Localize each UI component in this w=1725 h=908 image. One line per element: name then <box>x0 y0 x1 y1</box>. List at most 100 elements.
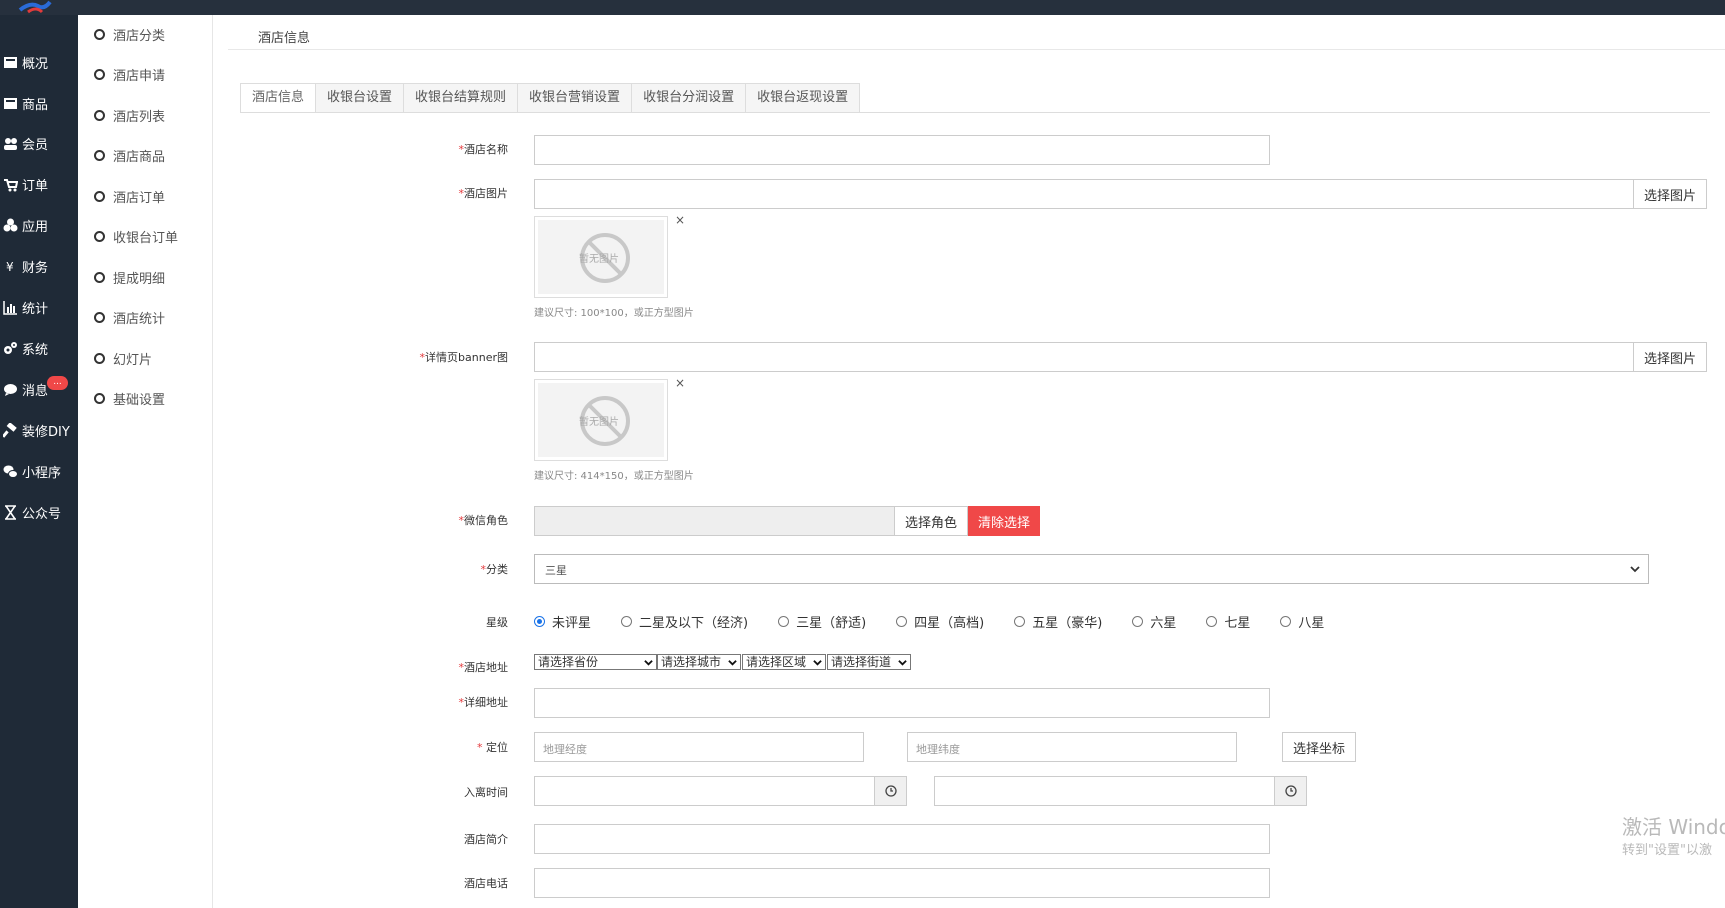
bar-chart-icon <box>3 300 17 315</box>
latitude-input[interactable]: 地理纬度 <box>907 732 1237 762</box>
hotel-name-input[interactable] <box>534 135 1270 165</box>
nav-label: 消息 <box>22 383 49 399</box>
gears-icon <box>4 341 17 354</box>
thumbnail-bg: 暂无图片 <box>538 383 664 457</box>
tab-hotel-info[interactable]: 酒店信息 <box>240 83 317 113</box>
choose-role-button[interactable]: 选择角色 <box>894 506 968 536</box>
nav-item-finance[interactable]: ¥ 财务 <box>0 251 78 281</box>
svg-text:¥: ¥ <box>6 260 14 274</box>
sub-nav-label: 基础设置 <box>113 392 166 408</box>
tab-cashier-settlement-rules[interactable]: 收银台结算规则 <box>404 83 519 113</box>
street-select[interactable]: 请选择街道 <box>827 654 911 670</box>
star-option-5[interactable]: 五星（豪华) <box>1014 612 1102 631</box>
remove-banner-image-icon[interactable]: × <box>675 376 685 390</box>
hotel-image-url-input[interactable] <box>534 179 1634 209</box>
sub-nav-basic-settings[interactable]: 基础设置 <box>94 387 165 409</box>
sub-nav-slideshow[interactable]: 幻灯片 <box>94 347 152 369</box>
message-badge: ... <box>47 376 68 390</box>
label-text: 酒店名称 <box>464 143 508 156</box>
tab-cashier-cashback[interactable]: 收银台返现设置 <box>746 83 861 113</box>
nav-item-messages[interactable]: 消息 ... <box>0 374 78 404</box>
sub-nav-hotel-category[interactable]: 酒店分类 <box>94 23 165 45</box>
no-image-text: 暂无图片 <box>579 254 619 265</box>
category-select[interactable]: 三星 <box>534 554 1649 584</box>
nav-item-orders[interactable]: 订单 <box>0 169 78 199</box>
tab-cashier-marketing[interactable]: 收银台营销设置 <box>518 83 633 113</box>
checkout-clock-button[interactable] <box>1274 776 1307 806</box>
chevron-down-icon <box>644 660 653 666</box>
dashboard-icon <box>4 56 17 68</box>
clock-icon <box>1285 785 1297 797</box>
city-select[interactable]: 请选择城市 <box>657 654 741 670</box>
detail-address-input[interactable] <box>534 688 1270 718</box>
sub-nav-hotel-list[interactable]: 酒店列表 <box>94 104 165 126</box>
radio-label: 未评星 <box>552 615 592 631</box>
checkin-time-input[interactable] <box>534 776 875 806</box>
wechat-role-display <box>534 506 895 536</box>
select-text: 请选择省份 <box>538 655 599 669</box>
wechat-role-label: *微信角色 <box>459 512 509 528</box>
nav-item-overview[interactable]: 概况 <box>0 47 78 77</box>
nav-item-apps[interactable]: 应用 <box>0 210 78 240</box>
cart-icon <box>4 178 18 191</box>
radio-label: 五星（豪华) <box>1032 615 1103 631</box>
logo-icon <box>18 0 52 14</box>
remove-hotel-image-icon[interactable]: × <box>675 213 685 227</box>
star-option-unrated[interactable]: 未评星 <box>534 612 591 631</box>
nav-label: 会员 <box>22 137 49 153</box>
chevron-down-icon <box>728 660 737 666</box>
choose-coordinate-button[interactable]: 选择坐标 <box>1282 732 1356 762</box>
hotel-intro-input[interactable] <box>534 824 1270 854</box>
radio-label: 四星（高档) <box>914 615 985 631</box>
label-text: 分类 <box>486 563 508 576</box>
sub-nav-label: 酒店申请 <box>113 68 166 84</box>
tab-cashier-settings[interactable]: 收银台设置 <box>316 83 405 113</box>
nav-item-members[interactable]: 会员 <box>0 128 78 158</box>
clear-selection-button[interactable]: 清除选择 <box>968 506 1040 536</box>
star-option-7[interactable]: 七星 <box>1206 612 1250 631</box>
sub-nav-hotel-goods[interactable]: 酒店商品 <box>94 144 165 166</box>
required-mark: * <box>477 741 483 754</box>
sub-nav-hotel-statistics[interactable]: 酒店统计 <box>94 306 165 328</box>
label-text: 酒店图片 <box>464 187 508 200</box>
sub-nav-cashier-orders[interactable]: 收银台订单 <box>94 225 178 247</box>
tab-cashier-profit-sharing[interactable]: 收银台分润设置 <box>632 83 747 113</box>
select-text: 请选择城市 <box>661 655 722 669</box>
longitude-input[interactable]: 地理经度 <box>534 732 864 762</box>
choose-banner-image-button[interactable]: 选择图片 <box>1633 342 1707 372</box>
circle-icon <box>94 352 105 364</box>
nav-item-system[interactable]: 系统 <box>0 333 78 363</box>
sub-nav-hotel-application[interactable]: 酒店申请 <box>94 63 165 85</box>
nav-label: 概况 <box>22 56 49 72</box>
nav-item-goods[interactable]: 商品 <box>0 88 78 118</box>
nav-item-miniprogram[interactable]: 小程序 <box>0 456 78 486</box>
label-text: 定位 <box>486 741 508 754</box>
star-option-6[interactable]: 六星 <box>1132 612 1176 631</box>
sub-nav-hotel-orders[interactable]: 酒店订单 <box>94 185 165 207</box>
hotel-phone-input[interactable] <box>534 868 1270 898</box>
district-select[interactable]: 请选择区域 <box>742 654 826 670</box>
checkout-time-input[interactable] <box>934 776 1275 806</box>
radio-dot <box>1014 615 1026 627</box>
label-text: 微信角色 <box>464 514 508 527</box>
label-text: 详情页banner图 <box>425 351 508 364</box>
star-option-8[interactable]: 八星 <box>1280 612 1324 631</box>
star-option-2[interactable]: 二星及以下（经济) <box>621 612 748 631</box>
star-option-4[interactable]: 四星（高档) <box>896 612 984 631</box>
radio-dot <box>1132 615 1144 627</box>
province-select[interactable]: 请选择省份 <box>534 654 657 670</box>
nav-item-statistics[interactable]: 统计 <box>0 292 78 322</box>
nav-item-decoration[interactable]: 装修DIY <box>0 415 78 445</box>
page-title: 酒店信息 <box>258 31 311 46</box>
sub-nav-label: 酒店分类 <box>113 28 166 44</box>
sub-nav-commission-detail[interactable]: 提成明细 <box>94 266 165 288</box>
banner-url-input[interactable] <box>534 342 1634 372</box>
nav-label: 统计 <box>22 301 49 317</box>
star-option-3[interactable]: 三星（舒适) <box>778 612 866 631</box>
choose-hotel-image-button[interactable]: 选择图片 <box>1633 179 1707 209</box>
checkin-clock-button[interactable] <box>874 776 907 806</box>
sub-nav-label: 收银台订单 <box>113 230 179 246</box>
hotel-intro-label: 酒店简介 <box>464 833 508 846</box>
clock-icon <box>885 785 897 797</box>
nav-item-official-account[interactable]: 公众号 <box>0 497 78 527</box>
